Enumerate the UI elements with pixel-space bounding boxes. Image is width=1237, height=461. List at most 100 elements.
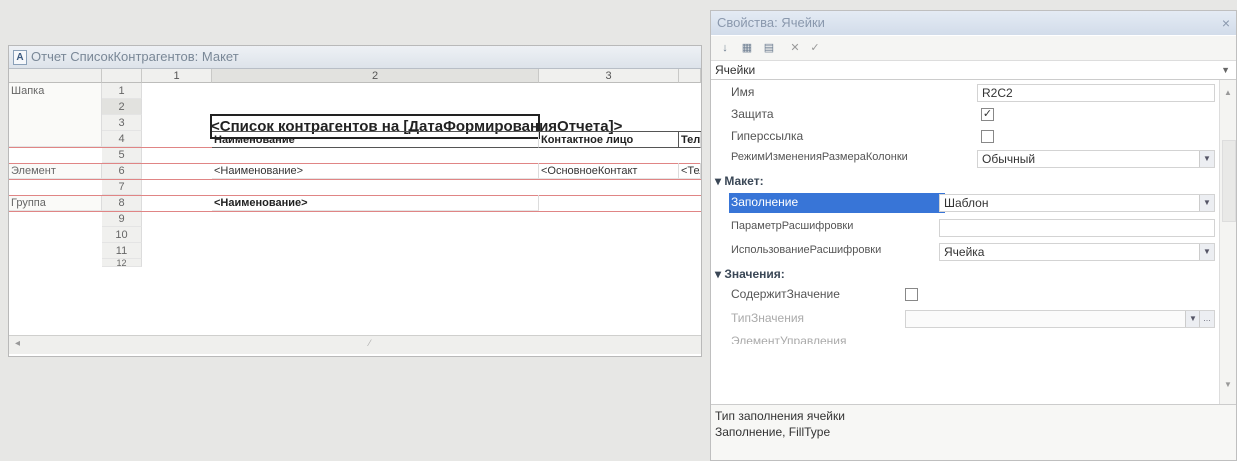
scroll-down-icon[interactable]: ▼ <box>1224 380 1232 389</box>
chevron-down-icon[interactable]: ▼ <box>1185 311 1200 327</box>
group-cell-name[interactable]: <Наименование> <box>212 195 539 211</box>
colresize-value: Обычный <box>982 152 1036 166</box>
object-selector[interactable]: Ячейки ▼ <box>711 61 1236 80</box>
prop-decode-use-row[interactable]: ИспользованиеРасшифровки Ячейка ▼ <box>711 241 1219 263</box>
prop-colresize-row[interactable]: РежимИзмененияРазмераКолонки Обычный ▼ <box>711 148 1219 170</box>
element-cell-contact[interactable]: <ОсновноеКонтакт <box>539 163 679 179</box>
prop-name-label: Имя <box>731 85 755 99</box>
colresize-select[interactable]: Обычный ▼ <box>977 150 1215 168</box>
group-group-label: Группа <box>11 197 46 209</box>
col-header-3[interactable]: 3 <box>539 69 679 83</box>
row-number[interactable]: 4 <box>102 131 142 147</box>
element-cell-name[interactable]: <Наименование> <box>212 163 539 179</box>
prop-decode-use-label: ИспользованиеРасшифровки <box>731 244 882 256</box>
prop-control-row[interactable]: ЭлементУправления <box>711 332 1219 344</box>
section-values-label: Значения: <box>724 267 785 281</box>
ellipsis-icon[interactable]: … <box>1199 311 1214 327</box>
spreadsheet-grid[interactable]: 1 2 3 Шапка Элемент Группа 1 2 3 4 5 6 7… <box>9 69 701 335</box>
delete-icon[interactable]: ✕ <box>787 40 803 56</box>
group-separator <box>9 211 701 212</box>
decode-param-input[interactable] <box>939 219 1215 237</box>
description-line-1: Тип заполнения ячейки <box>715 409 845 423</box>
element-cell-phone[interactable]: <Тел <box>679 163 701 179</box>
decode-use-select[interactable]: Ячейка ▼ <box>939 243 1215 261</box>
header-cell-name[interactable]: Наименование <box>212 132 539 148</box>
layout-title-bar: A Отчет СписокКонтрагентов: Макет <box>9 46 701 69</box>
prop-protect-row[interactable]: Защита ✓ <box>711 104 1219 126</box>
prop-name-input[interactable]: R2C2 <box>977 84 1215 102</box>
row-number[interactable]: 9 <box>102 211 142 227</box>
object-selector-value: Ячейки <box>715 63 756 77</box>
check-icon[interactable]: ✓ <box>807 40 823 56</box>
protect-checkbox[interactable]: ✓ <box>981 108 994 121</box>
prop-name-row[interactable]: Имя R2C2 <box>711 82 1219 104</box>
prop-protect-label: Защита <box>731 107 774 121</box>
group-separator <box>9 179 701 180</box>
scroll-up-icon[interactable]: ▲ <box>1224 88 1232 97</box>
scroll-left-icon[interactable]: ◂ <box>15 338 20 349</box>
row-number[interactable]: 6 <box>102 163 142 179</box>
description-line-2: Заполнение, FillType <box>715 425 831 439</box>
row-number[interactable]: 12 <box>102 259 142 267</box>
properties-vertical-scrollbar[interactable]: ▲ ▼ <box>1219 80 1236 404</box>
properties-title-bar: Свойства: Ячейки × <box>711 11 1236 35</box>
chevron-down-icon[interactable]: ▼ <box>1199 244 1214 260</box>
row-number[interactable]: 8 <box>102 195 142 211</box>
prop-fill-label: Заполнение <box>731 195 799 209</box>
sort-icon[interactable]: ↓ <box>717 40 733 56</box>
scroll-thumb-icon[interactable]: ⁄ <box>369 338 371 348</box>
filter-icon[interactable]: ▤ <box>761 40 777 56</box>
layout-title: Отчет СписокКонтрагентов: Макет <box>31 49 239 64</box>
row-number[interactable]: 1 <box>102 83 142 99</box>
row-number[interactable]: 10 <box>102 227 142 243</box>
header-cell-contact[interactable]: Контактное лицо <box>539 132 679 148</box>
row-number[interactable]: 5 <box>102 147 142 163</box>
prop-hyperlink-row[interactable]: Гиперссылка <box>711 126 1219 148</box>
prop-decode-param-row[interactable]: ПараметрРасшифровки <box>711 217 1219 239</box>
rownum-col-header <box>102 69 142 83</box>
prop-hyperlink-label: Гиперссылка <box>731 129 804 143</box>
row-number[interactable]: 11 <box>102 243 142 259</box>
hyperlink-checkbox[interactable] <box>981 130 994 143</box>
prop-value-type-row[interactable]: ТипЗначения ▼ … <box>711 308 1219 330</box>
contains-value-checkbox[interactable] <box>905 288 918 301</box>
decode-use-value: Ячейка <box>944 245 985 259</box>
properties-panel: Свойства: Ячейки × ↓ ▦ ▤ ✕ ✓ Ячейки ▼ Им… <box>710 10 1237 461</box>
prop-contains-value-row[interactable]: СодержитЗначение <box>711 284 1219 306</box>
value-type-select[interactable]: ▼ … <box>905 310 1215 328</box>
row-number[interactable]: 3 <box>102 115 142 131</box>
group-header[interactable]: Шапка <box>9 83 102 147</box>
section-values[interactable]: ▾ Значения: <box>715 267 785 281</box>
chevron-down-icon[interactable]: ▼ <box>1221 61 1230 79</box>
prop-control-label: ЭлементУправления <box>731 334 847 344</box>
scroll-thumb[interactable] <box>1222 140 1236 222</box>
group-group[interactable]: Группа <box>9 195 102 211</box>
group-element-label: Элемент <box>11 165 56 177</box>
chevron-down-icon[interactable]: ▼ <box>1199 195 1214 211</box>
row-number[interactable]: 2 <box>102 99 142 115</box>
fill-select[interactable]: Шаблон ▼ <box>939 194 1215 212</box>
prop-contains-value-label: СодержитЗначение <box>731 287 840 301</box>
section-layout-label: Макет: <box>724 174 764 188</box>
grid-icon[interactable]: ▦ <box>739 40 755 56</box>
col-header-4[interactable] <box>679 69 701 83</box>
close-icon[interactable]: × <box>1222 11 1230 35</box>
layout-window: A Отчет СписокКонтрагентов: Макет 1 2 3 … <box>8 45 702 357</box>
horizontal-scrollbar[interactable]: ◂ ⁄ <box>9 335 701 354</box>
properties-title: Свойства: Ячейки <box>717 15 825 30</box>
row-number[interactable]: 7 <box>102 179 142 195</box>
col-header-2[interactable]: 2 <box>212 69 539 83</box>
prop-fill-row[interactable]: Заполнение Шаблон ▼ <box>711 192 1219 214</box>
section-layout[interactable]: ▾ Макет: <box>715 174 764 188</box>
col-header-1[interactable]: 1 <box>142 69 212 83</box>
fill-value: Шаблон <box>944 196 989 210</box>
property-description: Тип заполнения ячейки Заполнение, FillTy… <box>711 404 1236 460</box>
prop-decode-param-label: ПараметрРасшифровки <box>731 220 854 232</box>
properties-toolbar: ↓ ▦ ▤ ✕ ✓ <box>711 36 1236 61</box>
group-header-label: Шапка <box>11 85 45 97</box>
group-element[interactable]: Элемент <box>9 163 102 179</box>
properties-list: Имя R2C2 Защита ✓ Гиперссылка РежимИзмен… <box>711 80 1219 404</box>
prop-value-type-label: ТипЗначения <box>731 311 805 325</box>
header-cell-phone[interactable]: Теле <box>679 132 701 148</box>
chevron-down-icon[interactable]: ▼ <box>1199 151 1214 167</box>
